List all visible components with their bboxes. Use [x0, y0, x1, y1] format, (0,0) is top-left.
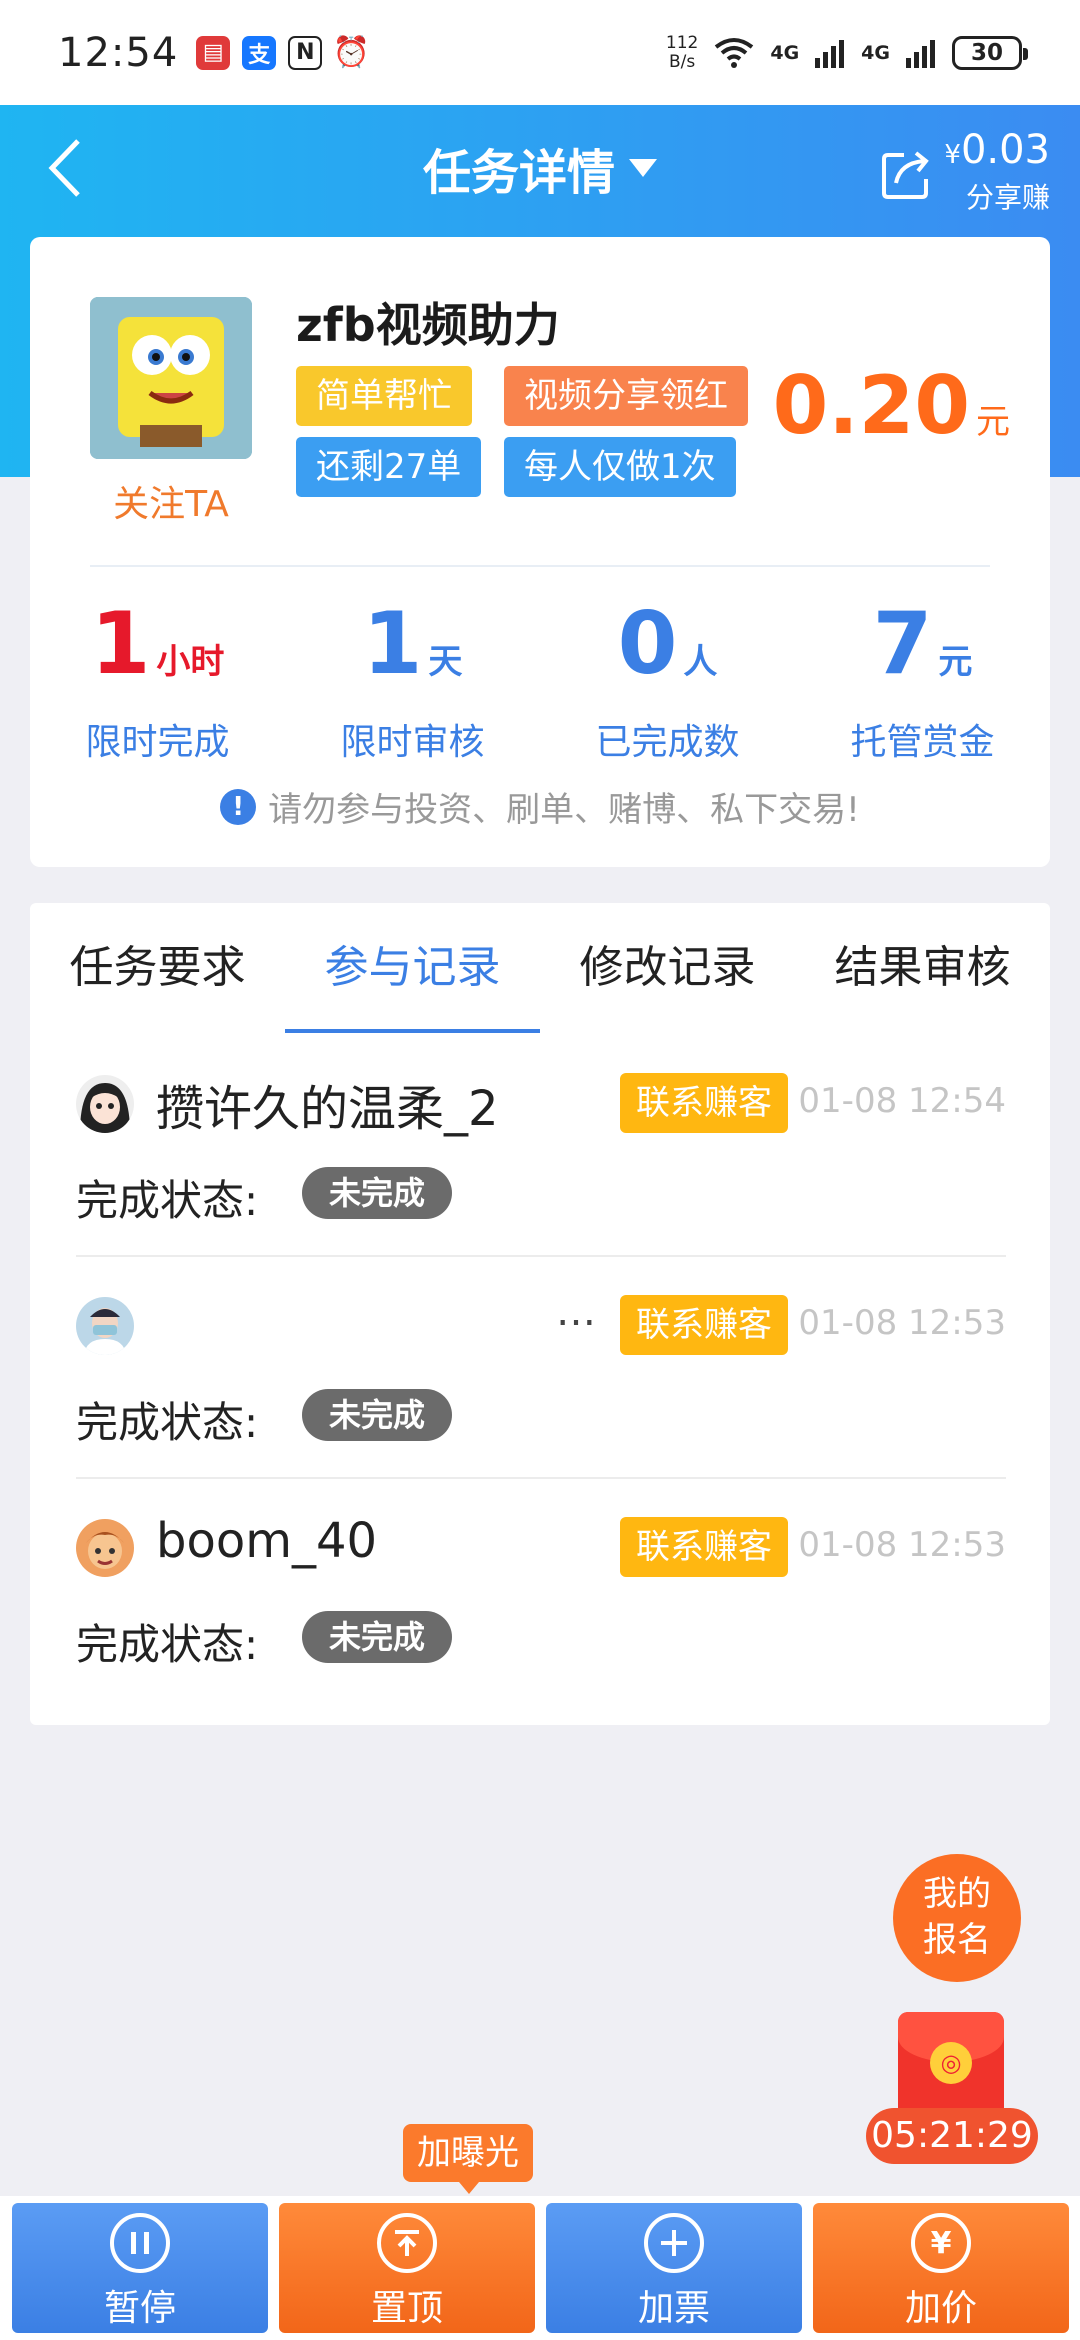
sponge-avatar-icon [90, 297, 252, 459]
tag-simple-help: 简单帮忙 [296, 366, 472, 426]
tag-video-share: 视频分享领红 [504, 366, 748, 426]
tab-participation-records[interactable]: 参与记录 [285, 903, 540, 1033]
app-header: 任务详情 ¥0.03 分享赚 [0, 105, 1080, 235]
tag-remaining: 还剩27单 [296, 437, 482, 497]
notification-icons: ▤ 支 N ⏰ [196, 35, 370, 70]
tab-edit-records[interactable]: 修改记录 [540, 903, 795, 1033]
stat-completed-count: 0人 已完成数 [595, 594, 740, 763]
countdown-timer[interactable]: 05:21:29 [866, 2108, 1038, 2164]
record-time: 01-08 12:53 [798, 1525, 1006, 1565]
wifi-icon [715, 37, 754, 68]
add-ticket-button[interactable]: 加票 [546, 2203, 802, 2333]
raise-price-button[interactable]: ¥ 加价 [813, 2203, 1069, 2333]
pin-top-button[interactable]: 置顶 [279, 2203, 535, 2333]
user-name: 攒许久的温柔_2 [156, 1081, 499, 1137]
safety-notice: ! 请勿参与投资、刷单、赌博、私下交易! [30, 782, 1050, 831]
contact-earner-button[interactable]: 联系赚客 [620, 1295, 788, 1355]
status-label: 完成状态: [76, 1620, 259, 1669]
boost-exposure-tip[interactable]: 加曝光 [403, 2124, 533, 2194]
tab-requirements[interactable]: 任务要求 [30, 903, 285, 1033]
record-time: 01-08 12:54 [798, 1081, 1006, 1121]
record-row: boom_40 联系赚客 01-08 12:53 完成状态: 未完成 [76, 1479, 1006, 1701]
my-signup-button[interactable]: 我的 报名 [893, 1854, 1021, 1982]
raise-price-icon: ¥ [911, 2213, 971, 2273]
tag-once-per-user: 每人仅做1次 [504, 437, 736, 497]
status-badge: 未完成 [302, 1389, 452, 1441]
doctor-avatar-icon [76, 1297, 134, 1355]
signal-2-label: 4G [861, 41, 890, 64]
stat-escrow-reward: 7元 托管赏金 [850, 594, 995, 763]
status-badge: 未完成 [302, 1611, 452, 1663]
share-amount: ¥0.03 [944, 127, 1050, 173]
stat-review-limit: 1天 限时审核 [340, 594, 485, 763]
pin-top-icon [377, 2213, 437, 2273]
tab-bar: 任务要求 参与记录 修改记录 结果审核 [30, 903, 1050, 1033]
publisher-avatar[interactable] [90, 297, 252, 459]
tab-result-review[interactable]: 结果审核 [795, 903, 1050, 1033]
record-time: 01-08 12:53 [798, 1303, 1006, 1343]
status-bar: 12:54 ▤ 支 N ⏰ 112 B/s 4G 4G 30 [0, 0, 1080, 105]
network-speed: 112 B/s [665, 32, 699, 72]
chevron-down-icon [629, 159, 657, 177]
alipay-icon: 支 [242, 35, 277, 70]
book-app-icon: ▤ [196, 35, 231, 70]
status-time: 12:54 [58, 29, 179, 76]
task-card: 关注TA zfb视频助力 简单帮忙 视频分享领红 还剩27单 每人仅做1次 0.… [30, 237, 1050, 867]
share-icon [882, 150, 930, 199]
signal-1-label: 4G [770, 41, 800, 64]
user-avatar[interactable] [76, 1297, 134, 1355]
task-title: zfb视频助力 [296, 298, 560, 352]
follow-button[interactable]: 关注TA [60, 475, 282, 527]
contact-earner-button[interactable]: 联系赚客 [620, 1073, 788, 1133]
stat-time-limit: 1 小时 限时完成 [85, 594, 230, 763]
pause-button[interactable]: 暂停 [12, 2203, 268, 2333]
record-row: … 联系赚客 01-08 12:53 完成状态: 未完成 [76, 1257, 1006, 1479]
user-avatar[interactable] [76, 1075, 134, 1133]
exclamation-icon: ! [220, 788, 257, 825]
record-row: 攒许久的温柔_2 联系赚客 01-08 12:54 完成状态: 未完成 [76, 1035, 1006, 1257]
girl-avatar-icon [76, 1075, 134, 1133]
card-divider [90, 565, 990, 567]
pause-icon [110, 2213, 170, 2273]
user-avatar[interactable] [76, 1519, 134, 1577]
name-overflow-ellipsis: … [556, 1289, 596, 1335]
nfc-icon: N [288, 35, 323, 70]
coin-icon: ◎ [930, 2042, 972, 2084]
share-earn-button[interactable]: ¥0.03 分享赚 [878, 129, 1050, 216]
bottom-action-bar: 暂停 置顶 加票 ¥ 加价 [0, 2196, 1080, 2340]
task-price: 0.20 元 [772, 359, 1010, 452]
status-label: 完成状态: [76, 1176, 259, 1225]
alarm-icon: ⏰ [332, 35, 370, 70]
cartoon-avatar-icon [76, 1519, 134, 1577]
signal-2-icon [906, 39, 935, 68]
contact-earner-button[interactable]: 联系赚客 [620, 1517, 788, 1577]
status-label: 完成状态: [76, 1398, 259, 1447]
status-badge: 未完成 [302, 1167, 452, 1219]
share-label: 分享赚 [965, 181, 1050, 214]
signal-1-icon [815, 39, 845, 68]
records-panel: 任务要求 参与记录 修改记录 结果审核 攒许久的温柔_2 联系赚客 01-08 … [30, 903, 1050, 1725]
battery-icon: 30 [952, 35, 1028, 70]
plus-icon [644, 2213, 704, 2273]
status-right: 112 B/s 4G 4G 30 [665, 32, 1028, 72]
user-name: boom_40 [156, 1513, 378, 1569]
